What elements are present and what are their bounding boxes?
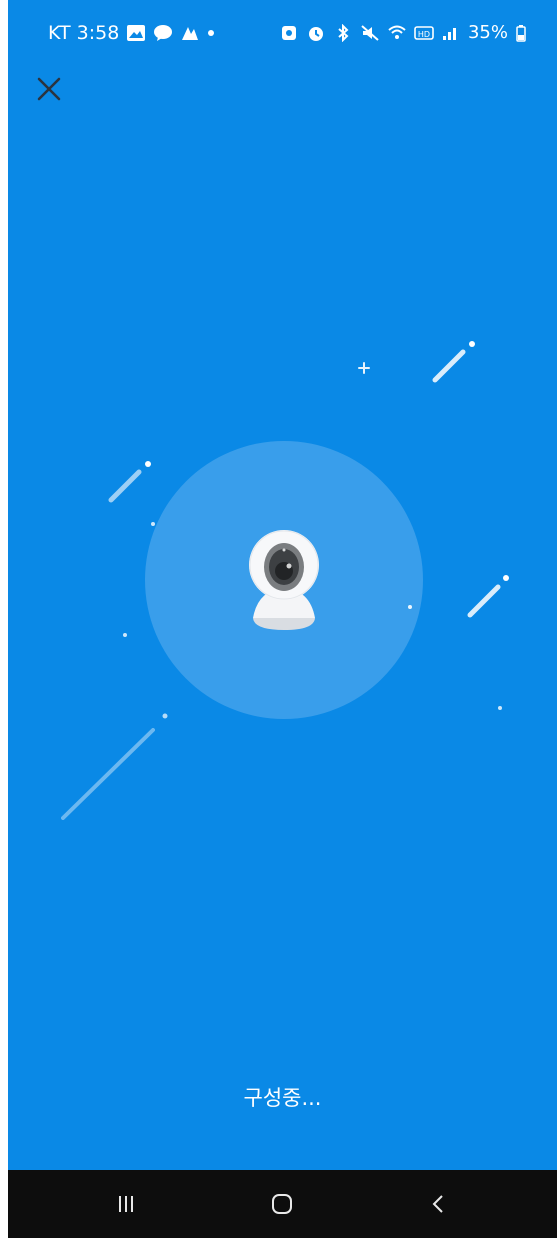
app-screen: KT 3:58 HD 35% 구성중... [8, 0, 557, 1238]
mute-icon [361, 24, 379, 41]
alarm-clock-icon [308, 26, 323, 41]
gallery-icon [127, 25, 146, 41]
status-bar: KT 3:58 HD 35% [8, 0, 557, 60]
dot-icon [208, 30, 215, 36]
signal-icon [442, 27, 456, 40]
recent-apps-icon[interactable] [115, 1193, 137, 1215]
back-icon[interactable] [427, 1193, 449, 1215]
app-icon [182, 27, 199, 40]
talk-icon [154, 25, 173, 41]
svg-text:HD: HD [418, 30, 430, 39]
home-button[interactable] [262, 1188, 302, 1220]
close-icon[interactable] [34, 74, 64, 104]
configuring-status-text: 구성중... [243, 1086, 322, 1110]
navigation-bar [8, 1170, 557, 1238]
hd-icon: HD [414, 25, 434, 40]
recent-apps-button[interactable] [106, 1188, 146, 1220]
wifi-icon [388, 25, 406, 39]
camera-illustration [61, 341, 509, 820]
carrier-time: KT 3:58 [48, 22, 120, 44]
home-icon[interactable] [270, 1192, 294, 1216]
status-right: HD 35% [279, 22, 527, 43]
battery-icon [516, 24, 526, 42]
camera-icon [249, 530, 319, 630]
alarm-icon [281, 25, 296, 40]
status-left: KT 3:58 [48, 22, 215, 44]
battery-percent: 35% [467, 22, 508, 43]
back-button[interactable] [418, 1188, 458, 1220]
bluetooth-icon [338, 23, 349, 42]
